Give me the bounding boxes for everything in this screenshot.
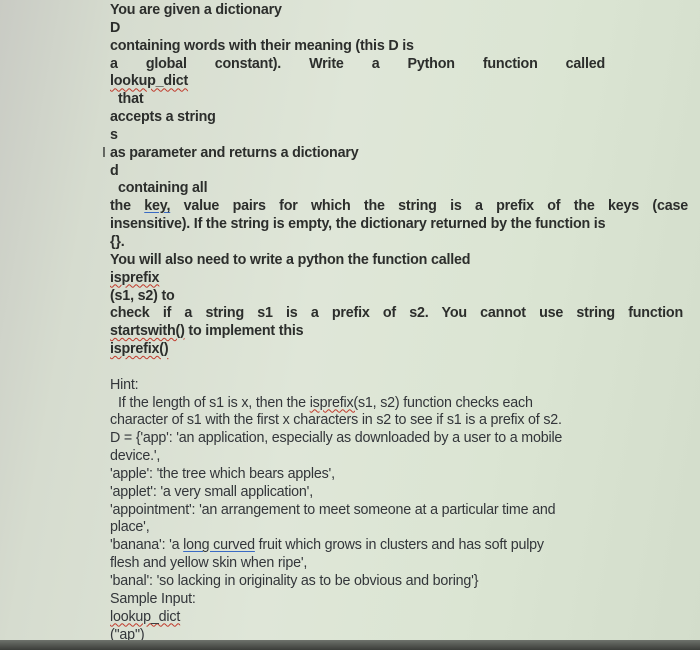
text-segment: 'applet': 'a very small application', — [110, 483, 313, 500]
text-line: {}. — [110, 234, 695, 252]
underlined-word: isprefix( — [309, 394, 358, 411]
text-line: startswith() to implement this — [110, 323, 695, 341]
text-line: D = {'app': 'an application, especially … — [110, 430, 695, 448]
text-line: lookup_dict — [110, 609, 695, 627]
text-segment: fruit which grows in clusters and has so… — [254, 537, 544, 554]
text-line: isprefix — [110, 270, 695, 288]
text-line: place', — [110, 519, 695, 537]
text-segment: If the length of s1 is x, then the — [118, 394, 310, 411]
text-segment: containing words with their meaning (thi… — [110, 37, 414, 54]
text-segment: 'appointment': 'an arrangement to meet s… — [110, 501, 556, 518]
text-line: You will also need to write a python the… — [110, 252, 695, 270]
text-segment: check if a string s1 is a prefix of s2. … — [110, 305, 683, 322]
underlined-word: lookup_dict — [110, 608, 181, 625]
text-segment: You are given a dictionary — [110, 2, 282, 18]
text-segment: {}. — [110, 233, 125, 250]
underlined-word: isprefix — [110, 269, 160, 286]
text-line: s — [110, 127, 695, 145]
text-line: 'apple': 'the tree which bears apples', — [110, 466, 695, 484]
text-segment: accepts a string — [110, 109, 216, 126]
text-segment: the — [110, 198, 145, 215]
text-line: containing words with their meaning (thi… — [110, 38, 695, 56]
text-line: 'appointment': 'an arrangement to meet s… — [110, 502, 695, 520]
text-segment: 'apple': 'the tree which bears apples', — [110, 465, 335, 482]
text-line: You are given a dictionary — [110, 2, 695, 20]
text-line: device.', — [110, 448, 695, 466]
text-segment: place', — [110, 519, 150, 536]
text-segment: Hint: — [110, 376, 139, 393]
underlined-word: lookup_dict — [110, 73, 189, 90]
text-segment: containing all — [118, 180, 208, 197]
text-segment: insensitive). If the string is empty, th… — [110, 216, 606, 233]
underlined-word: startswith() — [110, 323, 185, 340]
text-line: (s1, s2) to — [110, 288, 695, 306]
document-body: You are given a dictionary Dcontaining wo… — [102, 2, 695, 644]
text-line: Hint: — [110, 377, 695, 395]
text-line: Sample Input: — [110, 591, 695, 609]
text-line: If the length of s1 is x, then the ispre… — [110, 395, 695, 413]
text-line: isprefix() — [110, 341, 695, 359]
text-segment: D — [110, 19, 121, 36]
text-line: a global constant). Write a Python funct… — [110, 56, 605, 74]
text-segment: s1, s2) function checks each — [357, 394, 533, 411]
text-segment: as parameter and returns a dictionary — [110, 144, 359, 161]
text-segment: character of s1 with the first x charact… — [110, 412, 562, 429]
text-line: flesh and yellow skin when ripe', — [110, 555, 695, 573]
text-segment: device.', — [110, 448, 161, 465]
text-line: the key, value pairs for which the strin… — [110, 198, 688, 216]
text-segment: value pairs for which the string is a pr… — [170, 198, 688, 215]
text-segment: 'banal': 'so lacking in originality as t… — [110, 573, 479, 589]
text-line: Ias parameter and returns a dictionary — [102, 144, 695, 163]
text-line: 'banana': 'a long curved fruit which gro… — [110, 537, 695, 555]
text-line: lookup_dict — [110, 73, 695, 91]
text-line: insensitive). If the string is empty, th… — [110, 216, 695, 234]
text-segment: to implement this — [184, 323, 304, 340]
text-segment: d — [110, 162, 119, 179]
text-line: character of s1 with the first x charact… — [110, 412, 695, 430]
text-line: D — [110, 20, 695, 38]
text-segment: s — [110, 126, 118, 143]
screen-bezel — [0, 640, 700, 650]
text-segment: (s1, s2) to — [110, 287, 175, 304]
text-segment: You will also need to write a python the… — [110, 251, 471, 268]
text-segment: 'banana': 'a — [110, 537, 184, 554]
underlined-word: key, — [144, 198, 171, 215]
text-line: d — [110, 163, 695, 181]
text-line: that — [110, 91, 695, 109]
text-line: containing all — [110, 180, 695, 198]
text-segment: a global constant). Write a Python funct… — [110, 55, 605, 72]
text-line: check if a string s1 is a prefix of s2. … — [110, 305, 683, 323]
text-segment: that — [118, 91, 144, 108]
text-segment: flesh and yellow skin when ripe', — [110, 555, 308, 572]
text-segment: D = {'app': 'an application, especially … — [110, 430, 563, 447]
text-line: accepts a string — [110, 109, 695, 127]
text-segment: Sample Input: — [110, 590, 196, 607]
text-line — [110, 359, 695, 377]
text-cursor-icon: I — [102, 144, 106, 161]
underlined-word: isprefix() — [110, 341, 169, 358]
text-line: 'banal': 'so lacking in originality as t… — [110, 573, 695, 591]
text-line: 'applet': 'a very small application', — [110, 484, 695, 502]
underlined-word: long curved — [183, 537, 255, 554]
